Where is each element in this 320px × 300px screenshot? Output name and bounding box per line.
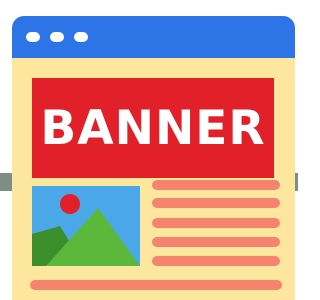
text-line <box>30 280 282 290</box>
sun-icon <box>60 194 80 214</box>
banner-webpage-icon: BANNER <box>0 0 298 300</box>
window-dot-icon <box>50 32 64 42</box>
banner-block: BANNER <box>32 78 274 178</box>
text-line <box>152 198 280 208</box>
text-line <box>152 180 280 190</box>
right-side-bar <box>295 173 298 191</box>
banner-text: BANNER <box>40 100 266 156</box>
window-dot-icon <box>26 32 40 42</box>
text-line <box>152 218 280 228</box>
browser-window: BANNER <box>12 16 295 300</box>
text-line <box>152 237 280 247</box>
image-icon <box>32 186 140 266</box>
window-titlebar <box>12 16 295 58</box>
window-dot-icon <box>74 32 88 42</box>
text-line <box>152 256 280 266</box>
